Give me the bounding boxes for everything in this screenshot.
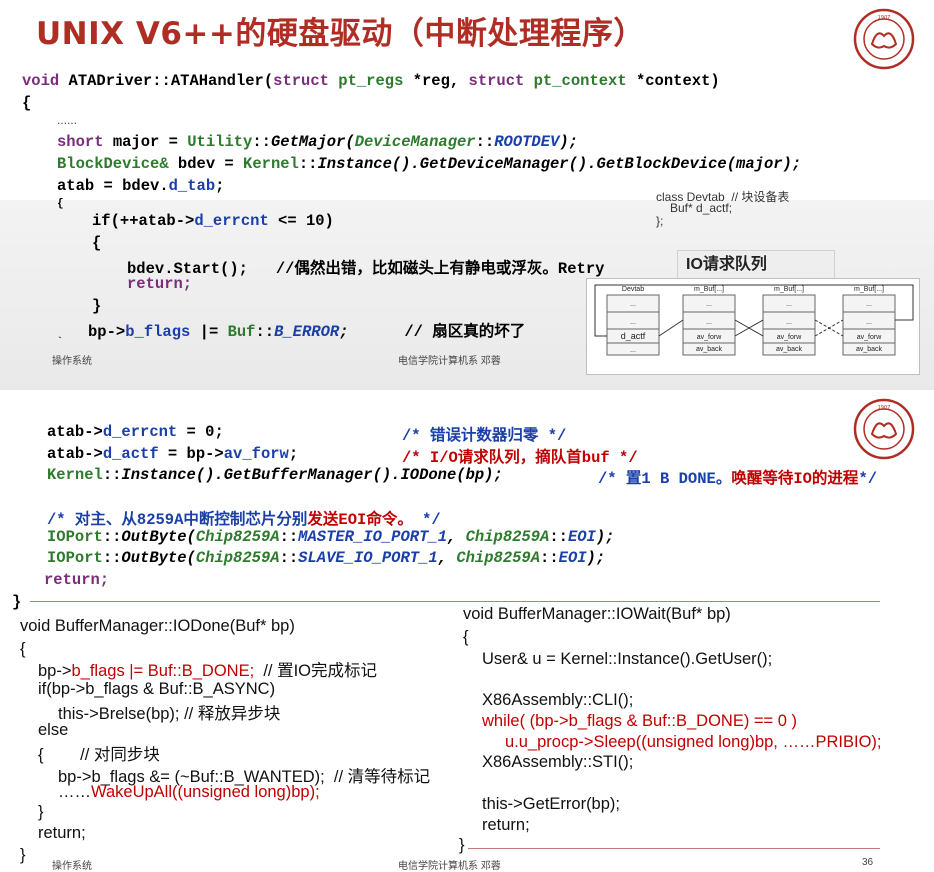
- svg-text:...: ...: [706, 301, 712, 308]
- code2-line-2: atab->d_actf = bp->av_forw;: [47, 445, 299, 463]
- code-line-10: bdev.Start(); //偶然出错，比如磁头上有静电或浮灰。Retry: [127, 260, 605, 278]
- svg-text:...: ...: [786, 319, 792, 326]
- code-line-5: BlockDevice& bdev = Kernel::Instance().G…: [57, 155, 802, 173]
- svg-text:av_back: av_back: [856, 346, 883, 353]
- iodone-line-a: bp->b_flags |= Buf::B_DONE; // 置IO完成标记: [38, 662, 377, 680]
- svg-text:av_forw: av_forw: [697, 334, 722, 341]
- seal-year: 1907: [878, 405, 891, 411]
- code2-line-5: IOPort::OutByte(Chip8259A::MASTER_IO_POR…: [47, 528, 615, 546]
- svg-text:...: ...: [866, 319, 872, 326]
- iodone-signature: void BufferManager::IODone(Buf* bp): [20, 617, 295, 635]
- code-line-2: {: [22, 94, 32, 112]
- svg-text:...: ...: [706, 319, 712, 326]
- io-queue-label: IO请求队列: [677, 250, 835, 279]
- code-line-8: if(++atab->d_errcnt <= 10): [92, 212, 334, 230]
- code-line-6: atab = bdev.d_tab;: [57, 177, 225, 195]
- code-line-13: bp->b_flags |= Buf::B_ERROR; // 扇区真的坏了: [88, 323, 526, 341]
- d-actf-label: d_actf: [621, 331, 646, 341]
- code-line-1: void ATADriver::ATAHandler(struct pt_reg…: [22, 72, 720, 90]
- devtab-close: };: [656, 214, 664, 228]
- svg-text:...: ...: [866, 301, 872, 308]
- iowait-while: while( (bp->b_flags & Buf::B_DONE) == 0 …: [482, 712, 798, 730]
- code2-comment-4: /* 对主、从8259A中断控制芯片分别发送EOI命令。 */: [47, 511, 441, 529]
- code-line-11: return;: [127, 275, 193, 293]
- code2-comment-1: /* 错误计数器归零 */: [402, 427, 567, 445]
- code2-comment-3: /* 置1 B DONE。唤醒等待IO的进程*/: [598, 470, 878, 488]
- code2-line-3: Kernel::Instance().GetBufferManager().IO…: [47, 466, 503, 484]
- svg-text:av_back: av_back: [696, 346, 723, 353]
- code-line-4: short major = Utility::GetMajor(DeviceMa…: [57, 133, 578, 151]
- iowait-sleep: u.u_procp->Sleep((unsigned long)bp, ……PR…: [505, 733, 882, 751]
- svg-text:...: ...: [630, 319, 636, 326]
- buf-label: m_Buf[...]: [774, 286, 804, 293]
- divider: [468, 848, 880, 849]
- page-number: 36: [862, 857, 874, 868]
- buf-label: m_Buf[...]: [854, 286, 884, 293]
- code-line-12: }: [92, 297, 102, 315]
- svg-text:av_forw: av_forw: [777, 334, 802, 341]
- svg-text:...: ...: [786, 301, 792, 308]
- svg-text:...: ...: [630, 347, 636, 354]
- code2-line-6: IOPort::OutByte(Chip8259A::SLAVE_IO_PORT…: [47, 549, 606, 567]
- iodone-wakeup: ……WakeUpAll((unsigned long)bp);: [58, 783, 320, 801]
- code-line-9: {: [92, 234, 102, 252]
- io-queue-diagram: Devtab m_Buf[...] m_Buf[...] m_Buf[...] …: [586, 278, 920, 375]
- university-seal-icon: 1907: [853, 8, 915, 70]
- footer-dept: 电信学院计算机系 邓蓉: [398, 356, 501, 367]
- seal-year: 1907: [878, 15, 891, 21]
- devtab-field: Buf* d_actf;: [670, 201, 733, 215]
- svg-text:av_back: av_back: [776, 346, 803, 353]
- iowait-signature: void BufferManager::IOWait(Buf* bp): [463, 605, 731, 623]
- buf-label: m_Buf[...]: [694, 286, 724, 293]
- code-line-7: {: [57, 198, 64, 210]
- code2-line-1: atab->d_errcnt = 0;: [47, 423, 224, 441]
- footer-course: 操作系统: [52, 356, 92, 367]
- svg-text:...: ...: [630, 301, 636, 308]
- code2-line-7: return;: [44, 571, 110, 589]
- code2-comment-2: /* I/O请求队列，摘队首buf */: [402, 449, 638, 467]
- code2-line-8: }: [12, 593, 22, 611]
- code-line-14: `: [57, 337, 64, 348]
- university-seal-icon: 1907: [853, 398, 915, 460]
- divider: [30, 601, 880, 602]
- svg-text:av_forw: av_forw: [857, 334, 882, 341]
- devtab-label: Devtab: [622, 286, 644, 293]
- code-ellipsis: ……: [57, 116, 77, 127]
- slide-title: UNIX V6++的硬盘驱动（中断处理程序）: [36, 16, 645, 52]
